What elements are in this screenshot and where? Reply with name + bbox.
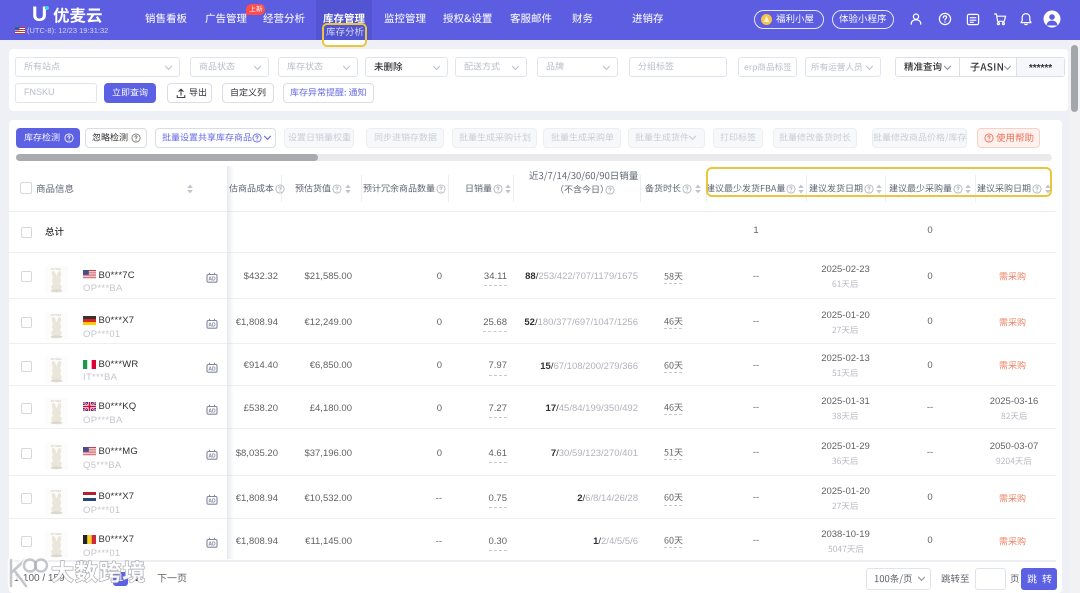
svg-text:ANYREA: ANYREA — [51, 532, 62, 536]
svg-text:ANYREA: ANYREA — [51, 489, 62, 493]
svg-text:AD: AD — [208, 498, 216, 504]
svg-text:ANYREA: ANYREA — [51, 357, 62, 361]
svg-text:ANYREA: ANYREA — [51, 313, 62, 317]
svg-text:ANYREA: ANYREA — [51, 267, 62, 271]
svg-text:AD: AD — [208, 453, 216, 459]
svg-text:ANYREA: ANYREA — [51, 444, 62, 448]
svg-text:AD: AD — [208, 276, 216, 282]
svg-text:AD: AD — [208, 541, 216, 547]
svg-text:AD: AD — [208, 366, 216, 372]
svg-text:AD: AD — [208, 322, 216, 328]
svg-text:ANYREA: ANYREA — [51, 399, 62, 403]
svg-text:AD: AD — [208, 408, 216, 414]
